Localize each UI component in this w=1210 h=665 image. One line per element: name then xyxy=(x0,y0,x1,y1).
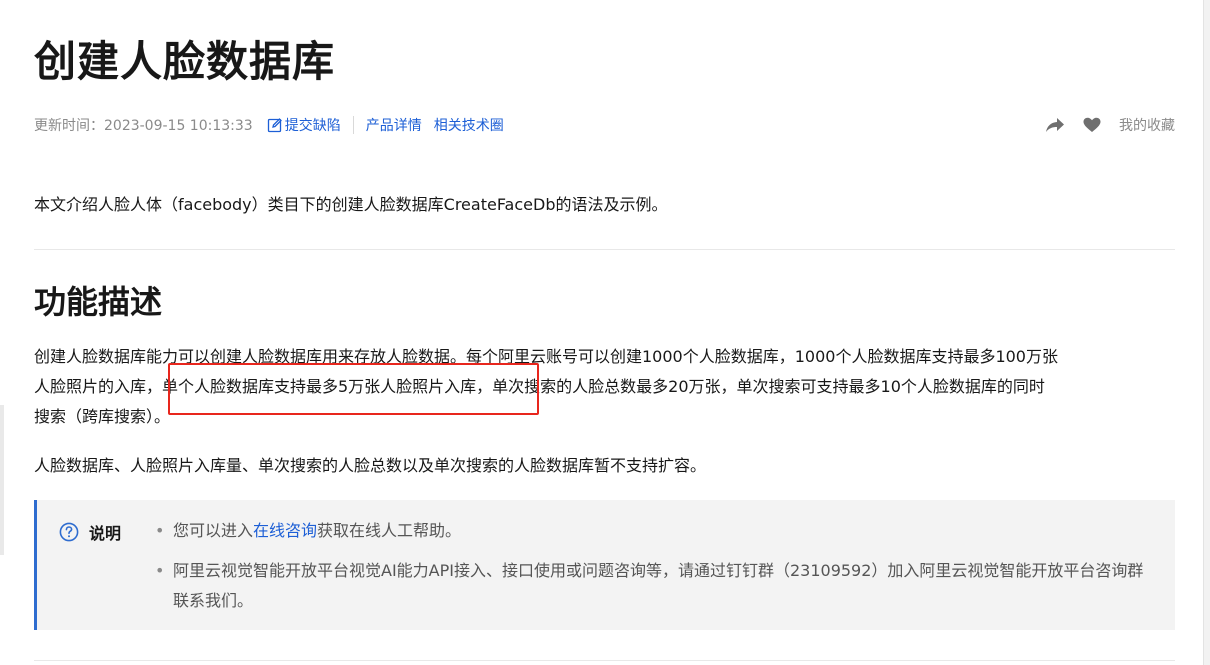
note-label: 说明 xyxy=(89,524,122,543)
like-button[interactable] xyxy=(1083,117,1101,133)
share-button[interactable] xyxy=(1045,117,1065,133)
heart-icon xyxy=(1083,117,1101,132)
report-defect-link[interactable]: 提交缺陷 xyxy=(267,115,341,135)
share-icon xyxy=(1046,118,1064,132)
updated-time: 更新时间：2023-09-15 10:13:33 xyxy=(34,118,253,134)
note-callout: 说明 您可以进入在线咨询获取在线人工帮助。 阿里云视觉智能开放平台视觉AI能力A… xyxy=(34,500,1175,630)
meta-separator xyxy=(352,116,354,134)
edit-icon xyxy=(267,118,282,133)
note-item-suffix: 获取在线人工帮助。 xyxy=(317,521,462,540)
question-circle-icon xyxy=(59,522,79,542)
report-defect-label: 提交缺陷 xyxy=(284,118,341,134)
list-item: 阿里云视觉智能开放平台视觉AI能力API接入、接口使用或问题咨询等，请通过钉钉群… xyxy=(153,556,1153,616)
page-title: 创建人脸数据库 xyxy=(34,37,336,86)
scrollbar-track[interactable] xyxy=(1203,0,1210,665)
note-badge: 说明 xyxy=(59,520,121,544)
paragraph-line: 创建人脸数据库能力可以创建人脸数据库用来存放人脸数据。每个阿里云账号可以创建10… xyxy=(34,347,1058,366)
section-heading: 功能描述 xyxy=(34,283,163,321)
tech-circle-link[interactable]: 相关技术圈 xyxy=(434,115,504,135)
section-divider xyxy=(34,249,1175,250)
product-details-link[interactable]: 产品详情 xyxy=(366,115,422,135)
note-list: 您可以进入在线咨询获取在线人工帮助。 阿里云视觉智能开放平台视觉AI能力API接… xyxy=(153,516,1153,616)
online-consult-link[interactable]: 在线咨询 xyxy=(253,521,317,540)
paragraph-line: 人脸照片的入库，单个人脸数据库支持最多5万张人脸照片入库，单次搜索的人脸总数最多… xyxy=(34,377,1045,396)
article-meta: 更新时间：2023-09-15 10:13:33 提交缺陷 产品详情 相关技术圈 xyxy=(34,114,1175,136)
description-paragraph: 创建人脸数据库能力可以创建人脸数据库用来存放人脸数据。每个阿里云账号可以创建10… xyxy=(34,342,1175,432)
capacity-note-paragraph: 人脸数据库、人脸照片入库量、单次搜索的人脸总数以及单次搜索的人脸数据库暂不支持扩… xyxy=(34,456,707,475)
page: 创建人脸数据库 更新时间：2023-09-15 10:13:33 提交缺陷 产品… xyxy=(0,0,1210,665)
note-item-prefix: 您可以进入 xyxy=(173,521,254,540)
list-item: 您可以进入在线咨询获取在线人工帮助。 xyxy=(153,516,1153,546)
my-favorites-link[interactable]: 我的收藏 xyxy=(1119,115,1175,135)
paragraph-line: 搜索（跨库搜索）。 xyxy=(34,407,171,426)
left-scroll-edge xyxy=(0,405,4,555)
bottom-divider xyxy=(34,660,1175,661)
intro-paragraph: 本文介绍人脸人体（facebody）类目下的创建人脸数据库CreateFaceD… xyxy=(34,195,668,214)
